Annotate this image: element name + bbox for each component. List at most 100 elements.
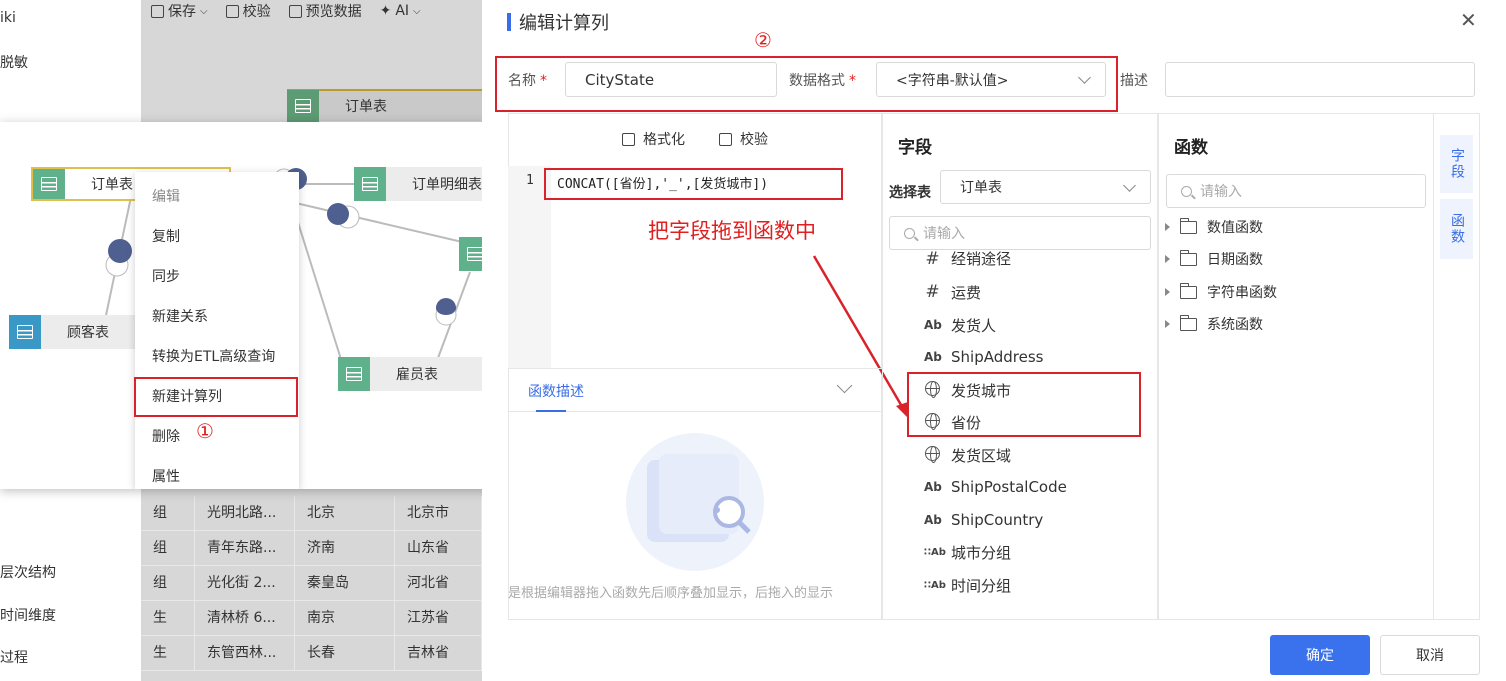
table-cell: 北京	[295, 496, 395, 531]
validate-toolbar-button[interactable]: 校验	[225, 1, 271, 21]
field-item[interactable]: # 运费	[924, 280, 981, 304]
function-category[interactable]: 字符串函数	[1165, 281, 1277, 303]
table-icon	[338, 357, 370, 391]
expand-icon	[1165, 255, 1170, 263]
field-item[interactable]: Ab ShipCountry	[924, 508, 1043, 532]
table-cell: 北京市	[395, 496, 482, 531]
preview-button[interactable]: 预览数据	[288, 1, 362, 21]
side-tab-functions[interactable]: 函数	[1440, 199, 1473, 259]
function-category[interactable]: 数值函数	[1165, 216, 1263, 238]
drag-instruction: 把字段拖到函数中	[648, 219, 816, 243]
function-category[interactable]: 日期函数	[1165, 248, 1263, 270]
group-text-icon: ∷Ab	[924, 579, 946, 591]
table-cell: 河北省	[395, 566, 482, 601]
format-label: 数据格式 *	[789, 73, 856, 89]
nav-item[interactable]: 脱敏	[0, 52, 28, 72]
diagram-node-customers[interactable]: 顾客表	[9, 315, 135, 349]
line-number: 1	[526, 173, 534, 188]
field-item[interactable]: Ab ShipAddress	[924, 345, 1043, 369]
table-icon	[33, 169, 65, 199]
field-item[interactable]: Ab 发货人	[924, 313, 996, 337]
name-input[interactable]: CityState	[565, 62, 777, 97]
folder-icon	[1179, 249, 1197, 266]
text-icon: Ab	[924, 318, 942, 332]
nav-item[interactable]: 层次结构	[0, 562, 56, 582]
step-marker: ②	[754, 28, 772, 52]
save-button[interactable]: 保存 ⌵	[151, 1, 208, 21]
highlight-box	[544, 168, 843, 200]
editor-toolbar: 格式化 校验	[508, 113, 882, 165]
menu-item-properties[interactable]: 属性	[152, 466, 180, 486]
field-item[interactable]: # 经销途径	[924, 249, 1011, 269]
nav-item[interactable]: iki	[0, 10, 16, 26]
menu-item-edit[interactable]: 编辑	[152, 186, 180, 206]
validate-button[interactable]: 校验	[719, 129, 768, 149]
preview-icon	[288, 4, 302, 18]
field-item[interactable]: ∷Ab 城市分组	[924, 540, 1011, 564]
table-cell: 组	[141, 496, 195, 531]
close-icon[interactable]: ✕	[1460, 10, 1477, 30]
table-cell: 青年东路...	[195, 531, 295, 566]
model-toolbar: 保存 ⌵ 校验 预览数据 ✦ AI ⌵	[141, 0, 482, 22]
field-search-input[interactable]: 请输入	[889, 216, 1151, 250]
table-icon	[354, 167, 386, 201]
search-icon	[1181, 185, 1192, 197]
menu-item-sync[interactable]: 同步	[152, 266, 180, 286]
function-category[interactable]: 系统函数	[1165, 313, 1263, 335]
table-cell: 南京	[295, 601, 395, 636]
validate-icon	[225, 4, 239, 18]
folder-icon	[1179, 314, 1197, 331]
dialog-title: 编辑计算列	[507, 9, 609, 35]
cancel-button[interactable]: 取消	[1380, 635, 1480, 675]
table-cell: 生	[141, 636, 195, 671]
confirm-button[interactable]: 确定	[1270, 635, 1370, 675]
side-tab-fields[interactable]: 字段	[1440, 135, 1473, 193]
empty-state-illustration	[626, 433, 764, 571]
table-row: 生 东管西林... 长春 吉林省	[141, 636, 482, 671]
expand-icon	[1165, 320, 1170, 328]
chevron-down-icon: ⌵	[413, 5, 421, 17]
expand-icon	[1165, 288, 1170, 296]
step-marker: ①	[196, 419, 214, 443]
description-input[interactable]	[1165, 62, 1475, 97]
table-cell: 秦皇岛	[295, 566, 395, 601]
chevron-down-icon: ⌵	[200, 5, 208, 17]
table-cell: 清林桥 6...	[195, 601, 295, 636]
empty-state-hint: 是根据编辑器拖入函数先后顺序叠加显示，后拖入的显示	[508, 586, 834, 601]
menu-item-convert-etl[interactable]: 转换为ETL高级查询	[152, 346, 275, 366]
table-cell: 生	[141, 601, 195, 636]
format-button[interactable]: 格式化	[622, 129, 685, 149]
preview-table: 组 光明北路... 北京 北京市 组 青年东路... 济南 山东省 组 光化街 …	[141, 496, 482, 671]
validate-icon	[719, 132, 732, 146]
tab-function-description[interactable]: 函数描述	[528, 381, 584, 401]
field-item[interactable]: 发货区域	[924, 443, 1011, 467]
nav-item[interactable]: 过程	[0, 647, 28, 667]
save-icon	[151, 4, 164, 18]
table-row: 生 清林桥 6... 南京 江苏省	[141, 601, 482, 636]
field-item[interactable]: Ab ShipPostalCode	[924, 475, 1067, 499]
function-search-input[interactable]: 请输入	[1166, 174, 1426, 208]
menu-item-new-relation[interactable]: 新建关系	[152, 306, 208, 326]
format-select[interactable]: <字符串-默认值>	[876, 62, 1106, 97]
table-cell: 光明北路...	[195, 496, 295, 531]
ai-button[interactable]: ✦ AI ⌵	[380, 3, 421, 19]
background-table-node[interactable]: 订单表	[287, 89, 482, 122]
relationship-diagram: 订单表 订单明细表 顾客表 雇员表 编辑 复制 同步 新建关系 转换为ETL高级…	[0, 122, 515, 489]
nav-item[interactable]: 时间维度	[0, 605, 56, 625]
search-icon	[904, 227, 915, 239]
highlight-box	[134, 377, 298, 417]
active-tab-indicator	[536, 410, 566, 412]
table-row: 组 光化街 2... 秦皇岛 河北省	[141, 566, 482, 601]
table-cell: 光化街 2...	[195, 566, 295, 601]
number-icon: #	[925, 282, 940, 302]
field-item[interactable]: ∷Ab 时间分组	[924, 573, 1011, 597]
menu-item-copy[interactable]: 复制	[152, 226, 180, 246]
menu-item-delete[interactable]: 删除	[152, 426, 180, 446]
table-row: 组 光明北路... 北京 北京市	[141, 496, 482, 531]
select-table-label: 选择表	[889, 185, 931, 201]
table-cell: 组	[141, 566, 195, 601]
table-icon	[9, 315, 41, 349]
name-label: 名称 *	[508, 73, 547, 89]
folder-icon	[1179, 282, 1197, 299]
table-select[interactable]: 订单表	[940, 170, 1151, 204]
